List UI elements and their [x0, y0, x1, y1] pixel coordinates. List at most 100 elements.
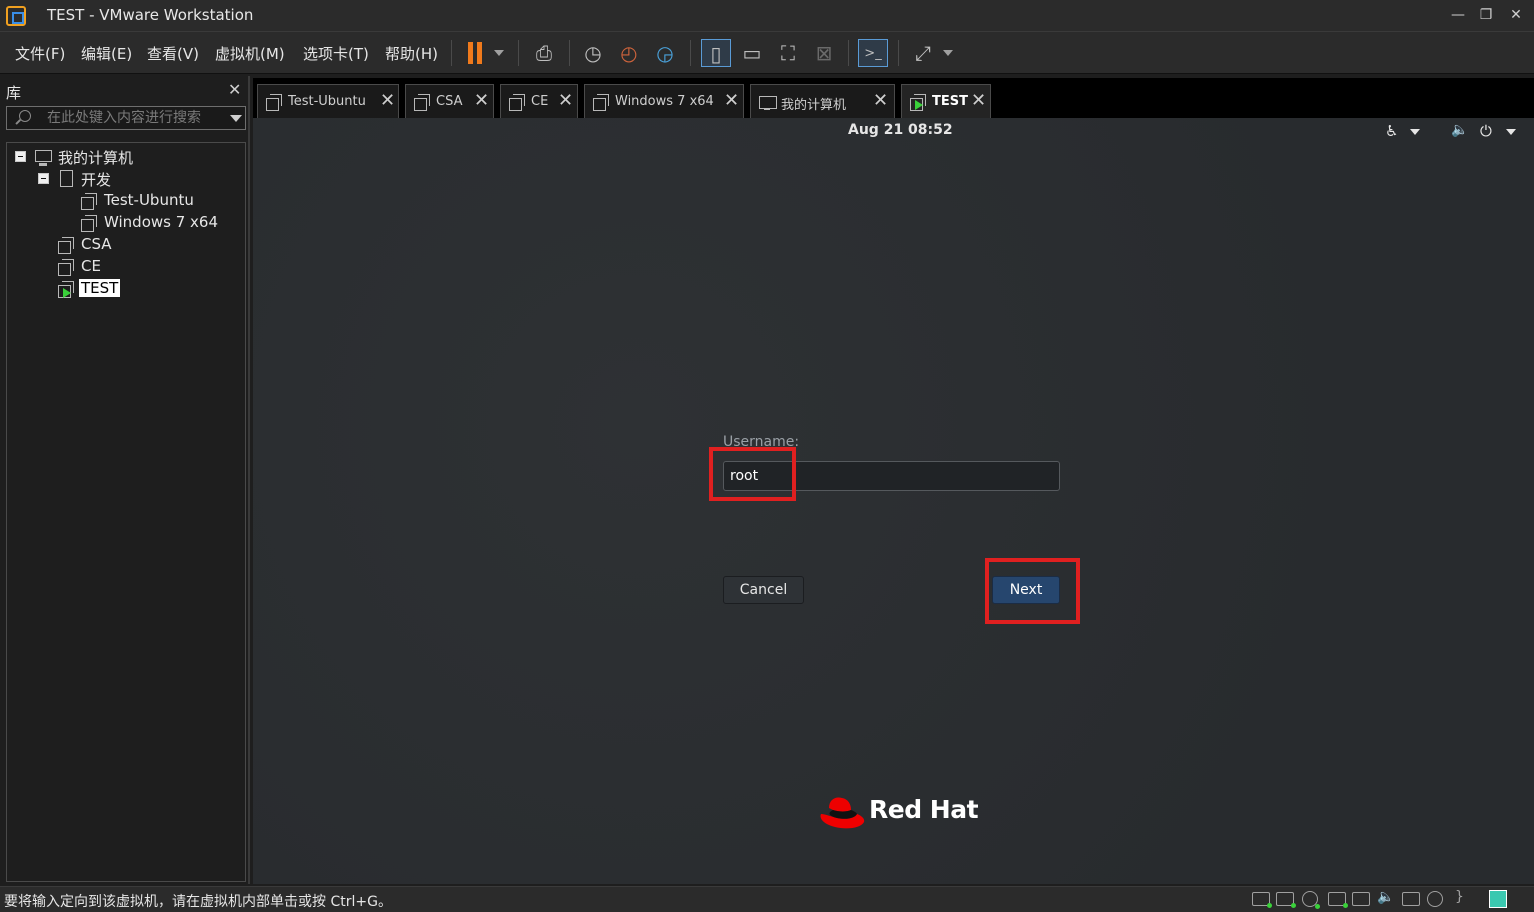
tree-label: Test-Ubuntu — [104, 191, 194, 209]
unity-icon: ⊠ — [815, 41, 833, 65]
pause-icon[interactable] — [466, 32, 488, 74]
library-title: 库 — [6, 84, 22, 102]
tree-label: CE — [81, 257, 101, 275]
vm-icon — [414, 94, 430, 111]
snapshot-manager-icon[interactable]: ◶ — [650, 39, 680, 67]
collapse-icon[interactable] — [15, 151, 26, 162]
power-icon[interactable]: ⏻ — [1480, 122, 1492, 140]
tree-label: Windows 7 x64 — [104, 213, 219, 231]
tree-item-ce[interactable]: CE — [7, 257, 237, 277]
cd-dvd-icon[interactable] — [1302, 891, 1320, 909]
tab-label: Test-Ubuntu — [288, 94, 366, 109]
network-adapter-icon[interactable] — [1328, 892, 1348, 908]
revert-snapshot-icon[interactable]: ◴ — [614, 39, 644, 67]
tab-label: 我的计算机 — [781, 98, 847, 113]
vm-running-icon — [58, 281, 74, 298]
tab-my-computer[interactable]: 我的计算机 ✕ — [750, 84, 895, 118]
search-icon — [19, 110, 31, 122]
menu-tabs[interactable]: 选项卡(T) — [303, 43, 369, 64]
pause-dropdown-icon[interactable] — [494, 50, 504, 56]
tree-item-test[interactable]: TEST — [7, 279, 237, 299]
menu-file[interactable]: 文件(F) — [15, 43, 65, 64]
menu-toolbar: 文件(F) 编辑(E) 查看(V) 虚拟机(M) 选项卡(T) 帮助(H) ⎙ … — [0, 32, 1534, 74]
collapse-icon[interactable] — [38, 173, 49, 184]
usb-device-icon[interactable] — [1402, 892, 1420, 906]
stretch-icon[interactable]: ⤢ — [908, 39, 938, 67]
tab-label: CSA — [436, 94, 463, 109]
toolbar-separator — [898, 40, 899, 66]
vmware-app-icon — [6, 6, 26, 26]
tab-close-icon[interactable]: ✕ — [873, 90, 888, 111]
vm-icon — [58, 259, 74, 276]
tree-item-windows7[interactable]: Windows 7 x64 — [7, 213, 237, 233]
library-search-input[interactable] — [47, 109, 222, 127]
tab-label: Windows 7 x64 — [615, 94, 714, 109]
tab-close-icon[interactable]: ✕ — [558, 90, 573, 111]
snapshot-icon[interactable]: ◷ — [578, 39, 608, 67]
tree-item-my-computer[interactable]: 我的计算机 — [7, 147, 237, 167]
accessibility-menu-icon[interactable] — [1410, 129, 1420, 135]
library-close-icon[interactable]: ✕ — [228, 80, 241, 99]
window-title: TEST - VMware Workstation — [47, 6, 254, 24]
highlight-next — [985, 558, 1080, 624]
cancel-button[interactable]: Cancel — [723, 576, 804, 604]
menu-vm[interactable]: 虚拟机(M) — [215, 43, 285, 64]
restore-button[interactable]: ❐ — [1472, 4, 1500, 26]
vm-icon — [266, 94, 282, 111]
fullscreen-icon[interactable]: ⛶ — [773, 39, 803, 67]
menu-edit[interactable]: 编辑(E) — [81, 43, 132, 64]
tab-bar: Test-Ubuntu ✕ CSA ✕ CE ✕ Windows 7 x64 ✕… — [253, 78, 1534, 118]
tab-close-icon[interactable]: ✕ — [724, 90, 739, 111]
thumbnail-view-icon[interactable]: ▭ — [737, 39, 767, 67]
tab-csa[interactable]: CSA ✕ — [405, 84, 494, 118]
display-icon[interactable]: } — [1452, 889, 1470, 906]
close-window-button[interactable]: ✕ — [1502, 4, 1530, 26]
toolbar-separator — [451, 40, 452, 66]
search-dropdown-icon[interactable] — [230, 115, 242, 122]
tree-item-csa[interactable]: CSA — [7, 235, 237, 255]
tab-windows7[interactable]: Windows 7 x64 ✕ — [584, 84, 744, 118]
tree-label: TEST — [79, 279, 121, 297]
vm-running-icon — [910, 94, 926, 111]
system-menu-icon[interactable] — [1506, 129, 1516, 135]
vm-display[interactable]: Aug 21 08:52 ♿ 🔈 ⏻ Username: Cancel Next… — [253, 118, 1534, 884]
library-search[interactable] — [6, 106, 246, 130]
tab-ce[interactable]: CE ✕ — [500, 84, 578, 118]
menu-view[interactable]: 查看(V) — [147, 43, 199, 64]
tree-item-folder-dev[interactable]: 开发 — [7, 169, 237, 189]
tab-test-ubuntu[interactable]: Test-Ubuntu ✕ — [257, 84, 399, 118]
library-view-icon[interactable]: ▯ — [701, 39, 731, 67]
printer-icon[interactable] — [1352, 892, 1370, 906]
message-log-icon[interactable] — [1489, 890, 1507, 908]
vm-icon — [509, 94, 525, 111]
computer-icon — [35, 150, 52, 166]
tree-label: 开发 — [81, 171, 112, 189]
status-bar: 要将输入定向到该虚拟机，请在虚拟机内部单击或按 Ctrl+G。 🔈 } — [0, 886, 1534, 912]
tab-close-icon[interactable]: ✕ — [380, 90, 395, 111]
tab-test[interactable]: TEST ✕ — [901, 84, 991, 118]
toolbar-separator — [690, 40, 691, 66]
tab-label: CE — [531, 94, 549, 109]
volume-icon[interactable]: 🔈 — [1451, 122, 1468, 138]
tree-label: CSA — [81, 235, 112, 253]
minimize-button[interactable]: — — [1444, 4, 1472, 26]
usb-controller-icon[interactable] — [1427, 891, 1443, 907]
tab-close-icon[interactable]: ✕ — [474, 90, 489, 111]
tree-label: 我的计算机 — [58, 149, 134, 167]
redhat-logo-text: Red Hat — [869, 795, 979, 824]
status-message: 要将输入定向到该虚拟机，请在虚拟机内部单击或按 Ctrl+G。 — [4, 894, 392, 910]
console-icon[interactable]: >_ — [858, 39, 888, 67]
hard-disk-icon[interactable] — [1252, 892, 1272, 908]
stretch-dropdown-icon[interactable] — [943, 50, 953, 56]
sound-card-icon[interactable]: 🔈 — [1377, 889, 1395, 906]
accessibility-icon[interactable]: ♿ — [1385, 122, 1398, 140]
vm-icon — [81, 193, 97, 210]
clock[interactable]: Aug 21 08:52 — [848, 122, 953, 138]
redhat-hat-icon — [820, 797, 865, 829]
tree-item-test-ubuntu[interactable]: Test-Ubuntu — [7, 191, 237, 211]
send-keys-icon[interactable]: ⎙ — [529, 39, 559, 67]
menu-help[interactable]: 帮助(H) — [385, 43, 438, 64]
hard-disk-2-icon[interactable] — [1276, 892, 1296, 908]
highlight-username — [709, 447, 796, 501]
tab-close-icon[interactable]: ✕ — [971, 90, 986, 111]
